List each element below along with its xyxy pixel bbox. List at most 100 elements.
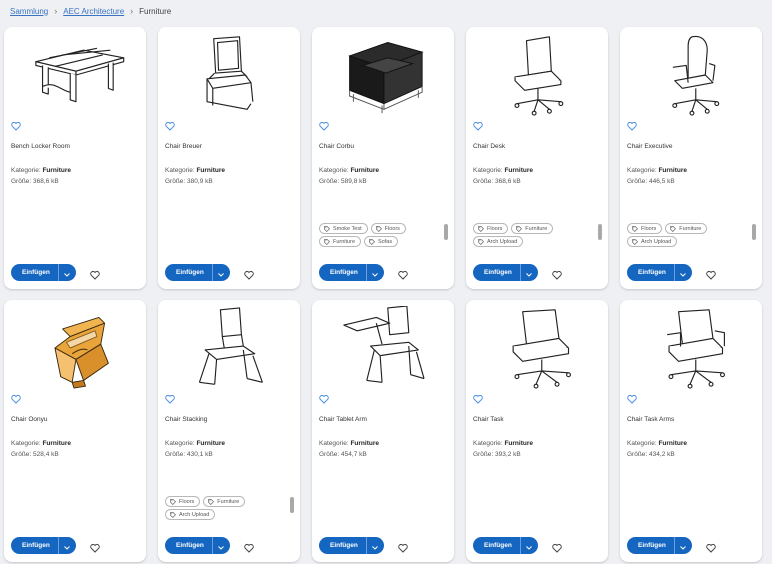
favorite-heart-icon[interactable] — [11, 391, 21, 404]
tag-chip[interactable]: Furniture — [665, 223, 708, 234]
task-chair-image[interactable] — [476, 306, 598, 390]
insert-button[interactable]: Einfügen — [319, 264, 367, 281]
tag-chip[interactable]: Sofas — [364, 236, 399, 247]
insert-button[interactable]: Einfügen — [165, 537, 213, 554]
insert-split-button: Einfügen — [165, 537, 230, 554]
tag-chip[interactable]: Floors — [473, 223, 509, 234]
bench-image[interactable] — [14, 33, 136, 117]
insert-options-button[interactable] — [366, 537, 384, 554]
size-label: Größe: — [11, 178, 32, 185]
oonyu-chair-image[interactable] — [14, 306, 136, 390]
insert-options-button[interactable] — [212, 264, 230, 281]
insert-button[interactable]: Einfügen — [627, 264, 675, 281]
tag-scrollbar[interactable] — [752, 224, 756, 240]
insert-options-button[interactable] — [58, 537, 76, 554]
insert-button[interactable]: Einfügen — [165, 264, 213, 281]
tag-chip[interactable]: Floors — [165, 496, 201, 507]
tag-scrollbar[interactable] — [290, 497, 294, 513]
tag-label: Arch Upload — [487, 238, 518, 245]
heart-icon[interactable] — [398, 267, 408, 280]
insert-button[interactable]: Einfügen — [11, 264, 59, 281]
tag-chip[interactable]: Floors — [370, 223, 406, 234]
heart-icon[interactable] — [244, 540, 254, 553]
asset-card[interactable]: Chair Stacking Kategorie: Furniture Größ… — [158, 300, 300, 562]
favorite-heart-icon[interactable] — [11, 118, 21, 131]
insert-options-button[interactable] — [674, 264, 692, 281]
asset-category: Kategorie: Furniture — [473, 440, 533, 447]
asset-card[interactable]: Chair Desk Kategorie: Furniture Größe: 3… — [466, 27, 608, 289]
tag-chip[interactable]: Arch Upload — [627, 236, 678, 247]
category-label: Kategorie: — [627, 440, 657, 447]
favorite-heart-icon[interactable] — [627, 391, 637, 404]
insert-button[interactable]: Einfügen — [627, 537, 675, 554]
asset-card[interactable]: Chair Tablet Arm Kategorie: Furniture Gr… — [312, 300, 454, 562]
tablet-arm-chair-image[interactable] — [322, 306, 444, 390]
cantilever-chair-image[interactable] — [168, 33, 290, 117]
asset-card[interactable]: Chair Executive Kategorie: Furniture Grö… — [620, 27, 762, 289]
insert-options-button[interactable] — [520, 537, 538, 554]
tag-scrollbar[interactable] — [444, 224, 448, 240]
insert-options-button[interactable] — [212, 537, 230, 554]
favorite-heart-icon[interactable] — [627, 118, 637, 131]
favorite-heart-icon[interactable] — [473, 118, 483, 131]
favorite-heart-icon[interactable] — [473, 391, 483, 404]
tag-label: Furniture — [217, 498, 240, 505]
favorite-heart-icon[interactable] — [319, 391, 329, 404]
size-label: Größe: — [473, 178, 494, 185]
insert-options-button[interactable] — [520, 264, 538, 281]
insert-options-button[interactable] — [58, 264, 76, 281]
asset-card[interactable]: Chair Oonyu Kategorie: Furniture Größe: … — [4, 300, 146, 562]
heart-icon[interactable] — [552, 267, 562, 280]
insert-button[interactable]: Einfügen — [319, 537, 367, 554]
armchair-image[interactable] — [322, 33, 444, 117]
tag-chip[interactable]: Floors — [627, 223, 663, 234]
tag-label: Floors — [384, 225, 400, 232]
heart-icon[interactable] — [244, 267, 254, 280]
breadcrumb: Sammlung › AEC Architecture › Furniture — [10, 5, 171, 17]
favorite-heart-icon[interactable] — [319, 118, 329, 131]
asset-card[interactable]: Chair Breuer Kategorie: Furniture Größe:… — [158, 27, 300, 289]
tag-label: Floors — [641, 225, 657, 232]
tag-chip[interactable]: Arch Upload — [473, 236, 524, 247]
tag-chip[interactable]: Furniture — [511, 223, 554, 234]
size-value: 434,2 kB — [649, 451, 675, 458]
favorite-heart-icon[interactable] — [165, 391, 175, 404]
breadcrumb-link-sammlung[interactable]: Sammlung — [10, 7, 48, 16]
tag-chip[interactable]: Furniture — [203, 496, 246, 507]
asset-name: Chair Oonyu — [11, 416, 48, 423]
heart-icon[interactable] — [90, 267, 100, 280]
insert-options-button[interactable] — [366, 264, 384, 281]
desk-chair-image[interactable] — [476, 33, 598, 117]
insert-split-button: Einfügen — [319, 264, 384, 281]
asset-size: Größe: 454,7 kB — [319, 451, 367, 458]
heart-icon[interactable] — [552, 540, 562, 553]
asset-card[interactable]: Bench Locker Room Kategorie: Furniture G… — [4, 27, 146, 289]
heart-icon[interactable] — [706, 540, 716, 553]
tag-scrollbar[interactable] — [598, 224, 602, 240]
favorite-heart-icon[interactable] — [165, 118, 175, 131]
heart-icon[interactable] — [398, 540, 408, 553]
insert-button[interactable]: Einfügen — [11, 537, 59, 554]
asset-size: Größe: 446,5 kB — [627, 178, 675, 185]
executive-chair-image[interactable] — [630, 33, 752, 117]
asset-size: Größe: 589,8 kB — [319, 178, 367, 185]
heart-icon[interactable] — [90, 540, 100, 553]
insert-options-button[interactable] — [674, 537, 692, 554]
tag-chip[interactable]: Arch Upload — [165, 509, 216, 520]
tag-chip[interactable]: Furniture — [319, 236, 362, 247]
heart-icon[interactable] — [706, 267, 716, 280]
tag-label: Sofas — [378, 238, 393, 245]
asset-card[interactable]: Chair Corbu Kategorie: Furniture Größe: … — [312, 27, 454, 289]
insert-button[interactable]: Einfügen — [473, 264, 521, 281]
insert-button[interactable]: Einfügen — [473, 537, 521, 554]
tag-label: Arch Upload — [641, 238, 672, 245]
stacking-chair-image[interactable] — [168, 306, 290, 390]
size-value: 393,2 kB — [495, 451, 521, 458]
asset-card[interactable]: Chair Task Kategorie: Furniture Größe: 3… — [466, 300, 608, 562]
asset-card[interactable]: Chair Task Arms Kategorie: Furniture Grö… — [620, 300, 762, 562]
size-label: Größe: — [165, 178, 186, 185]
breadcrumb-link-aec-architecture[interactable]: AEC Architecture — [63, 7, 124, 16]
task-chair-arms-image[interactable] — [630, 306, 752, 390]
chevron-down-icon — [64, 537, 71, 554]
tag-chip[interactable]: Smoke Test — [319, 223, 368, 234]
